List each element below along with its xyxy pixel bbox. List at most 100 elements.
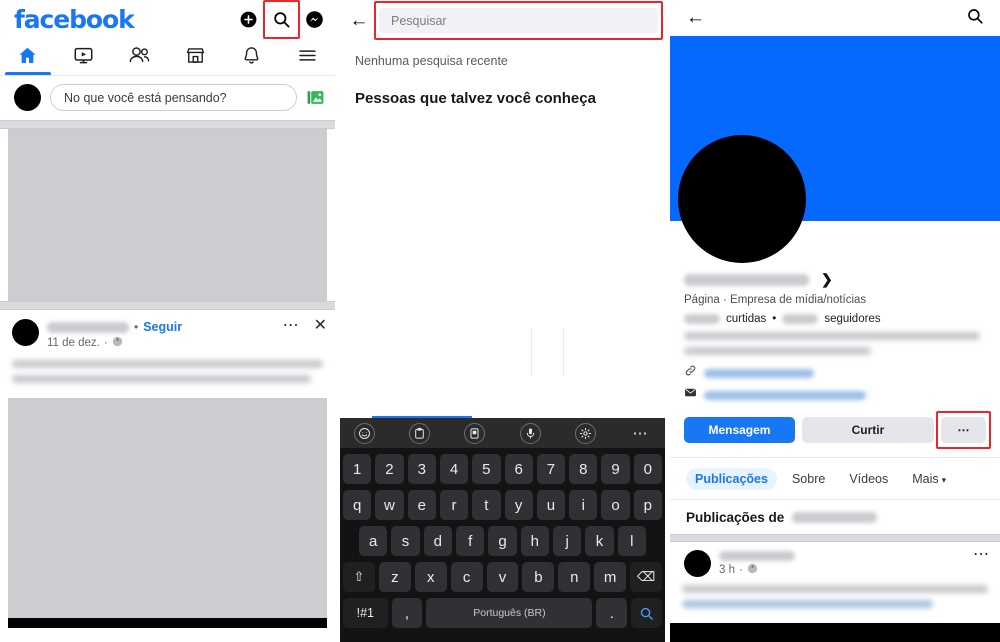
key-5[interactable]: 5 <box>472 454 501 484</box>
stats-separator: • <box>772 313 777 325</box>
page-email-row[interactable] <box>684 386 986 404</box>
photo-gallery-icon[interactable] <box>306 88 325 107</box>
back-arrow-icon[interactable]: ← <box>349 11 369 30</box>
message-button[interactable]: Mensagem <box>684 417 795 443</box>
composer-input[interactable]: No que você está pensando? <box>50 84 297 111</box>
avatar[interactable] <box>14 84 41 111</box>
backspace-key[interactable]: ⌫ <box>630 562 663 592</box>
post-author-avatar[interactable] <box>12 319 39 346</box>
search-enter-key[interactable] <box>631 598 663 628</box>
key-t[interactable]: t <box>472 490 501 520</box>
key-b[interactable]: b <box>522 562 555 592</box>
post-author-line: • Seguir <box>47 320 275 334</box>
key-i[interactable]: i <box>569 490 598 520</box>
add-icon[interactable] <box>238 9 259 30</box>
page-post-time: 3 h <box>719 564 735 576</box>
key-9[interactable]: 9 <box>601 454 630 484</box>
sidebar-item-video[interactable] <box>56 38 112 75</box>
page-post-more-icon[interactable]: ⋯ <box>973 547 990 563</box>
tab-mais[interactable]: Mais ▾ <box>903 468 955 490</box>
keyboard-row-asdf: a s d f g h j k l <box>343 526 662 556</box>
key-e[interactable]: e <box>407 490 436 520</box>
key-a[interactable]: a <box>359 526 388 556</box>
follow-button[interactable]: Seguir <box>143 320 182 334</box>
key-0[interactable]: 0 <box>633 454 662 484</box>
key-d[interactable]: d <box>423 526 452 556</box>
post-name-separator: • <box>134 320 139 334</box>
sidebar-item-friends[interactable] <box>112 38 168 75</box>
shift-key[interactable]: ⇧ <box>343 562 375 592</box>
page-post-avatar[interactable] <box>684 550 711 577</box>
page-profile-avatar[interactable] <box>678 135 806 263</box>
post-close-icon[interactable]: ✕ <box>314 318 327 334</box>
sidebar-item-menu[interactable] <box>279 38 335 75</box>
globe-icon <box>747 563 758 577</box>
sidebar-item-home[interactable] <box>0 38 56 75</box>
key-2[interactable]: 2 <box>375 454 404 484</box>
sticker-icon[interactable] <box>464 422 486 444</box>
back-arrow-icon[interactable]: ← <box>686 7 705 29</box>
key-3[interactable]: 3 <box>407 454 436 484</box>
key-7[interactable]: 7 <box>536 454 566 484</box>
settings-gear-icon[interactable] <box>574 422 596 444</box>
space-key[interactable]: Português (BR) <box>426 598 593 628</box>
messenger-icon[interactable] <box>304 9 325 30</box>
search-icon[interactable] <box>271 9 292 30</box>
facebook-wordmark[interactable]: facebook <box>14 7 135 32</box>
sidebar-item-notifications[interactable] <box>223 38 279 75</box>
search-input[interactable]: Pesquisar <box>379 8 658 33</box>
key-n[interactable]: n <box>558 562 591 592</box>
symbols-key[interactable]: !#1 <box>343 598 388 628</box>
feed-topbar: facebook <box>0 0 335 39</box>
page-post-text-line <box>682 600 933 608</box>
microphone-icon[interactable] <box>519 422 541 444</box>
key-f[interactable]: f <box>456 526 485 556</box>
comma-key[interactable]: , <box>391 598 423 628</box>
key-y[interactable]: y <box>504 490 533 520</box>
period-key[interactable]: . <box>596 598 628 628</box>
clipboard-icon[interactable] <box>409 422 431 444</box>
page-more-button[interactable]: ⋯ <box>941 417 986 443</box>
key-u[interactable]: u <box>536 490 566 520</box>
key-k[interactable]: k <box>585 526 614 556</box>
key-l[interactable]: l <box>617 526 646 556</box>
key-1[interactable]: 1 <box>343 454 372 484</box>
page-posts-separator <box>670 534 1000 542</box>
more-button-wrapper[interactable]: ⋯ <box>936 411 991 449</box>
key-o[interactable]: o <box>601 490 630 520</box>
tab-publicacoes[interactable]: Publicações <box>686 468 777 490</box>
key-h[interactable]: h <box>520 526 549 556</box>
page-search-icon[interactable] <box>966 7 984 30</box>
key-m[interactable]: m <box>594 562 627 592</box>
key-x[interactable]: x <box>414 562 447 592</box>
key-6[interactable]: 6 <box>504 454 533 484</box>
key-r[interactable]: r <box>439 490 469 520</box>
page-website-row[interactable] <box>684 364 986 382</box>
key-w[interactable]: w <box>375 490 404 520</box>
emoji-icon[interactable] <box>354 422 375 444</box>
keyboard-keys: 1 2 3 4 5 6 7 8 9 0 q w e r t y u i o p … <box>340 448 665 642</box>
search-icon-wrapper[interactable] <box>263 0 300 39</box>
key-c[interactable]: c <box>450 562 483 592</box>
keyboard-row-zxcv: ⇧ z x c v b n m ⌫ <box>343 562 663 592</box>
search-field-wrapper[interactable]: Pesquisar <box>374 1 663 40</box>
tab-videos[interactable]: Vídeos <box>840 468 897 490</box>
like-button[interactable]: Curtir <box>801 417 934 443</box>
page-name-row[interactable]: ❯ <box>684 271 986 288</box>
tab-sobre[interactable]: Sobre <box>783 468 834 490</box>
sidebar-item-marketplace[interactable] <box>167 38 223 75</box>
key-4[interactable]: 4 <box>439 454 469 484</box>
more-options-icon[interactable]: ⋯ <box>630 423 651 444</box>
page-contact-info <box>684 364 986 404</box>
key-v[interactable]: v <box>486 562 519 592</box>
key-j[interactable]: j <box>552 526 582 556</box>
key-q[interactable]: q <box>343 490 372 520</box>
key-z[interactable]: z <box>378 562 411 592</box>
post-more-icon[interactable]: ⋯ <box>283 318 300 334</box>
key-s[interactable]: s <box>391 526 420 556</box>
key-8[interactable]: 8 <box>569 454 598 484</box>
chevron-right-icon[interactable]: ❯ <box>821 271 833 288</box>
key-p[interactable]: p <box>633 490 662 520</box>
key-g[interactable]: g <box>488 526 517 556</box>
page-cover-photo[interactable] <box>670 36 1000 263</box>
